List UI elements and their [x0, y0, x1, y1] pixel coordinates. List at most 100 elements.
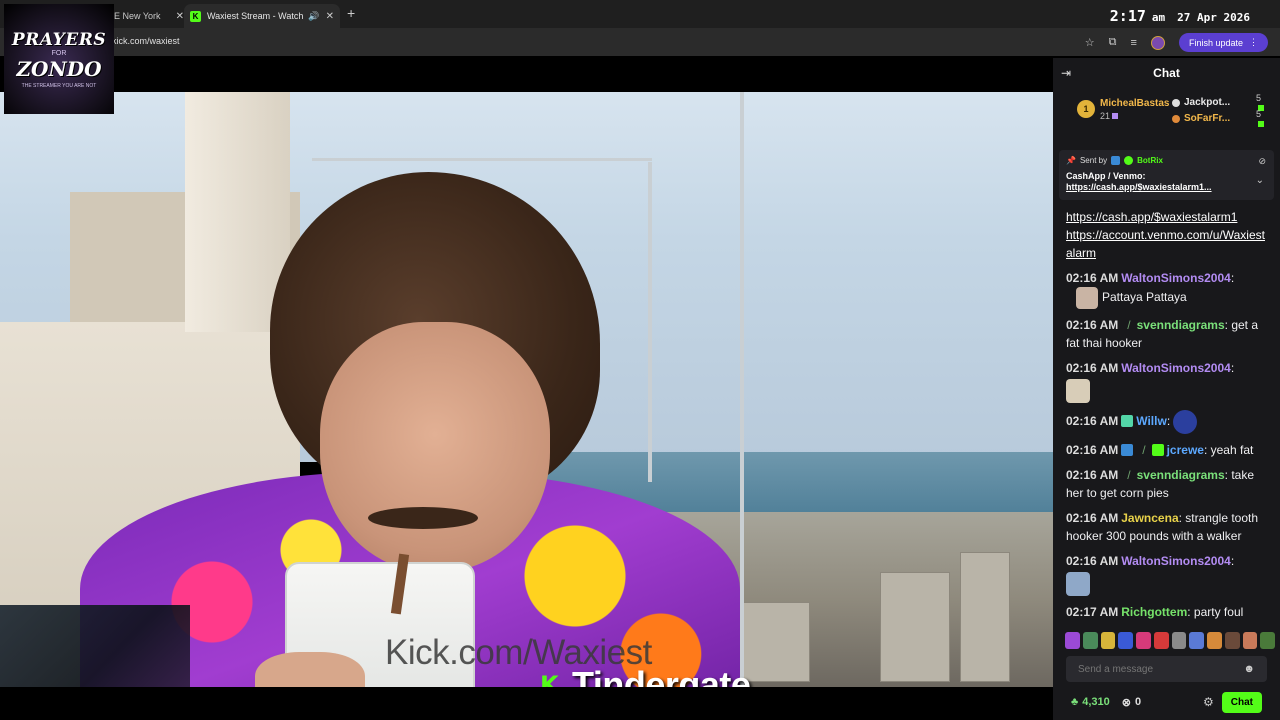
chat-message: 02:16 AM Jawncena: strangle tooth hooker … [1066, 511, 1259, 543]
emote-icon[interactable] [1065, 632, 1080, 649]
emote-icon[interactable] [1260, 632, 1275, 649]
address-bar: kick.com/waxiest ☆ ⧉ ≡ Finish update ⋮ [0, 28, 1280, 56]
leaderboard-count: 5 [1256, 109, 1264, 129]
pinned-text: CashApp / Venmo: [1066, 171, 1146, 181]
emote-icon[interactable] [1189, 632, 1204, 649]
clock-ampm: am [1151, 11, 1166, 24]
leaderboard-top-count: 21 [1100, 111, 1119, 121]
chat-username[interactable]: Jawncena [1121, 511, 1178, 525]
chat-message: 02:16 AM WaltonSimons2004: Pattaya Pattay… [1066, 269, 1271, 309]
unpin-icon[interactable]: ⊘ [1258, 156, 1266, 167]
finish-update-button[interactable]: Finish update ⋮ [1178, 33, 1268, 52]
video-hand [255, 652, 365, 687]
emote-icon[interactable] [1242, 632, 1258, 649]
video-player[interactable]: Kick.com/Waxiest K Tindergate [0, 92, 1053, 687]
video-person-face [320, 322, 550, 572]
quick-emote-bar [1065, 632, 1275, 652]
chat-message: 02:16 AM WaltonSimons2004: [1066, 552, 1271, 596]
chat-username[interactable]: jcrewe [1167, 443, 1204, 457]
emote-icon[interactable] [1153, 632, 1169, 649]
bookmark-star-icon[interactable]: ☆ [1085, 36, 1095, 49]
url-field[interactable]: kick.com/waxiest [112, 36, 180, 46]
tab-title: Waxiest Stream - Watch Live [207, 11, 304, 21]
new-tab-icon[interactable]: + [347, 5, 355, 21]
toolbar-icons: ☆ ⧉ ≡ Finish update ⋮ [1085, 33, 1268, 52]
chat-message: 02:16 AM / svenndiagrams: take her to get … [1066, 468, 1254, 500]
clock-date: 27 Apr 2026 [1177, 11, 1250, 24]
collapse-chat-icon[interactable]: ⇥ [1061, 66, 1071, 80]
more-menu-icon: ⋮ [1249, 37, 1258, 47]
logo-line-1: PRAYERS [11, 29, 107, 50]
chat-username[interactable]: Richgottem [1121, 605, 1187, 619]
medal-icon [1172, 98, 1180, 107]
points-icon: ⊗ [1121, 696, 1131, 709]
profile-avatar[interactable] [1150, 35, 1165, 50]
pinned-sender: 📌 Sent by BotRix [1066, 156, 1163, 165]
emote-icon[interactable] [1082, 632, 1098, 649]
user-avatar-emote [1076, 287, 1098, 309]
emote-icon[interactable] [1171, 632, 1187, 649]
pinned-link[interactable]: https://cash.app/$waxiestalarm1... [1066, 182, 1251, 192]
channel-logo: PRAYERS FOR ZONDO THE STREAMER YOU ARE N… [4, 4, 114, 114]
emoji-picker-icon[interactable]: ☻ [1243, 663, 1255, 675]
chat-username[interactable]: svenndiagrams [1137, 468, 1225, 482]
stream-brand: K Tindergate [540, 664, 751, 687]
video-person-moustache [368, 507, 478, 529]
chat-username[interactable]: WaltonSimons2004 [1121, 271, 1231, 285]
tab-waxiest-stream[interactable]: K Waxiest Stream - Watch Live 🔊 ✕ [184, 4, 340, 28]
chat-message: 02:16 AM Willw: [1066, 410, 1271, 434]
chat-link[interactable]: https://cash.app/$waxiestalarm1 [1066, 208, 1271, 226]
chat-title: Chat [1153, 66, 1180, 80]
chat-send-button[interactable]: Chat [1221, 691, 1262, 713]
leaderboard-entry[interactable]: SoFarFr... 5 [1172, 109, 1264, 127]
pin-icon: 📌 [1066, 156, 1076, 165]
pinned-message[interactable]: 📌 Sent by BotRix CashApp / Venmo: https:… [1059, 150, 1274, 200]
chat-message: 02:16 AM / jcrewe: yeah fat [1066, 443, 1254, 457]
mod-badge-icon [1111, 156, 1121, 165]
kick-logo-icon: K [540, 671, 559, 687]
chat-link[interactable]: https://account.venmo.com/u/Waxiestalarm [1066, 226, 1271, 262]
image-emote [1066, 572, 1090, 596]
emote-icon[interactable] [1224, 632, 1240, 649]
media-controls-icon[interactable]: ≡ [1131, 37, 1137, 49]
chevron-down-icon[interactable]: ⌄ [1256, 175, 1264, 186]
mod-badge-icon [1121, 444, 1134, 456]
glass-railing-top [312, 158, 652, 161]
emote-icon[interactable] [1207, 632, 1222, 649]
points-balance[interactable]: ⊗ 0 [1122, 696, 1141, 709]
gear-icon[interactable]: ⚙ [1203, 695, 1214, 709]
medal-icon [1172, 114, 1180, 123]
chat-messages: https://cash.app/$waxiestalarm1 https://… [1066, 208, 1271, 628]
hamster-emote [1066, 379, 1090, 403]
emote-icon[interactable] [1136, 632, 1151, 649]
logo-tagline: THE STREAMER YOU ARE NOT [21, 82, 97, 89]
speaker-icon[interactable]: 🔊 [308, 11, 319, 22]
chat-message: 02:17 AM Richgottem: party foul [1066, 605, 1244, 619]
gift-badge-icon [1151, 444, 1164, 456]
bot-badge-icon [1124, 156, 1134, 165]
chat-username[interactable]: WaltonSimons2004 [1121, 361, 1231, 375]
chat-username[interactable]: svenndiagrams [1137, 318, 1225, 332]
chat-input[interactable] [1078, 663, 1238, 675]
blue-emote [1173, 410, 1198, 434]
chat-message: https://cash.app/$waxiestalarm1 https://… [1066, 208, 1271, 262]
leaderboard-entry[interactable]: Jackpot... 5 [1172, 93, 1264, 111]
leaderboard-top-user[interactable]: MichealBastas [1100, 98, 1169, 109]
kick-favicon-icon: K [190, 10, 201, 22]
extensions-icon[interactable]: ⧉ [1109, 36, 1117, 49]
emote-icon[interactable] [1100, 632, 1116, 649]
chat-footer: ♣ 4,310 ⊗ 0 ⚙ Chat [1053, 688, 1280, 716]
kicks-balance[interactable]: ♣ 4,310 [1071, 696, 1110, 708]
chat-username[interactable]: WaltonSimons2004 [1121, 554, 1231, 568]
send-message-box[interactable]: ☻ [1066, 656, 1267, 682]
tab-new-york[interactable]: E New York ✕ [114, 4, 184, 28]
close-tab-icon[interactable]: ✕ [326, 11, 334, 22]
emote-icon[interactable] [1118, 632, 1133, 649]
screen: E New York ✕ K Waxiest Stream - Watch Li… [0, 0, 1280, 720]
gift-badge-icon [1121, 415, 1134, 428]
glass-railing-post [648, 162, 652, 482]
gifter-leaderboard: 1 MichealBastas 21 Jackpot... 5 SoFarFr.… [1053, 90, 1280, 175]
rank-badge: 1 [1077, 100, 1095, 118]
chat-username[interactable]: Willw [1136, 414, 1167, 428]
close-tab-icon[interactable]: ✕ [176, 11, 184, 22]
